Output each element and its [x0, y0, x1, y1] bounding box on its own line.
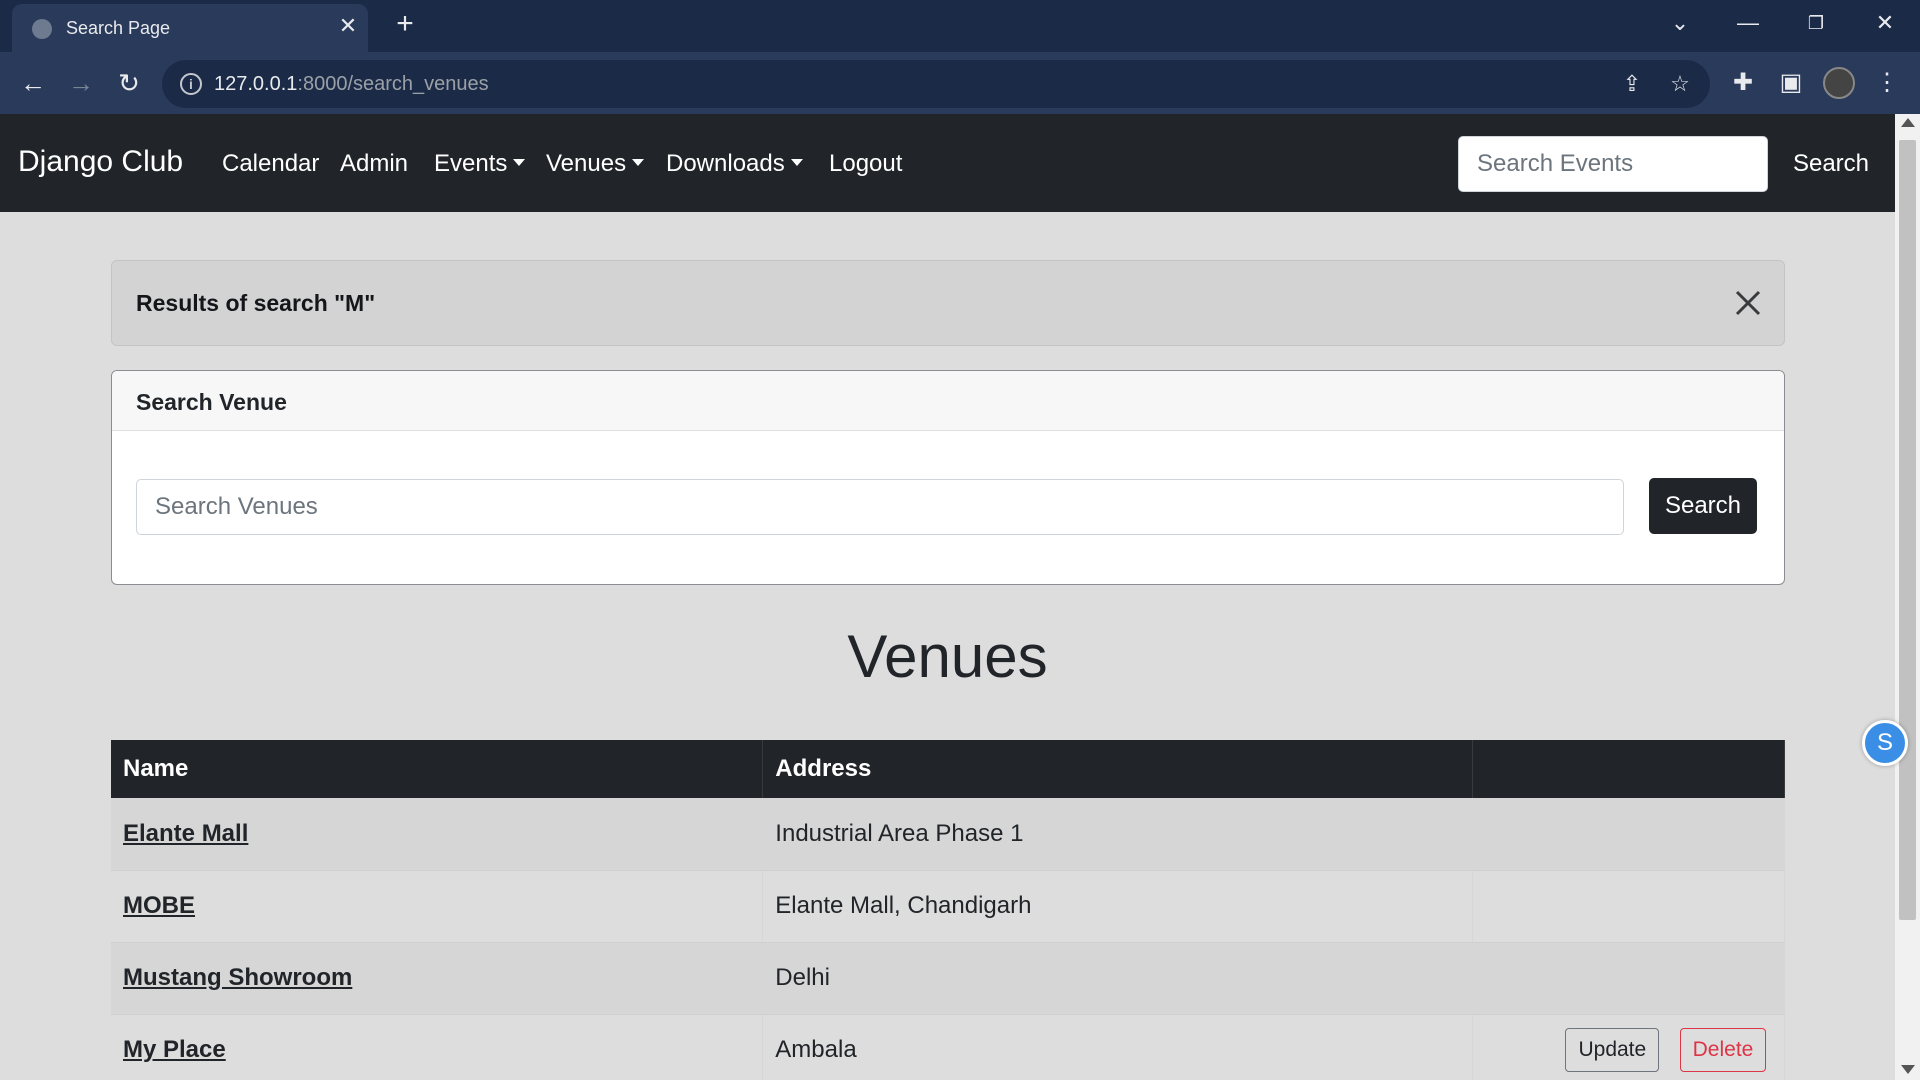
profile-avatar[interactable] — [1823, 67, 1855, 99]
brand-link[interactable]: Django Club — [18, 145, 183, 179]
site-navbar: Django Club Calendar Admin Events Venues… — [0, 114, 1895, 212]
info-icon[interactable]: i — [180, 73, 202, 95]
url-text: 127.0.0.1:8000/search_venues — [214, 73, 489, 95]
venue-name-cell: My Place — [111, 1014, 764, 1080]
page-heading: Venues — [847, 623, 1048, 690]
venue-actions-cell: Update Delete — [1472, 1014, 1785, 1080]
nav-calendar[interactable]: Calendar — [222, 150, 319, 178]
venue-name-cell: MOBE — [111, 870, 764, 943]
share-icon[interactable]: ⇪ — [1618, 70, 1646, 98]
venue-name-cell: Mustang Showroom — [111, 942, 764, 1015]
table-row: My Place Ambala Update Delete — [111, 1014, 1785, 1080]
card-header: Search Venue — [112, 371, 1784, 431]
header-actions — [1472, 740, 1785, 798]
table-row: MOBE Elante Mall, Chandigarh — [111, 870, 1785, 943]
globe-icon — [32, 19, 52, 39]
close-icon[interactable] — [1730, 285, 1766, 321]
card-title: Search Venue — [136, 389, 287, 415]
search-venues-button[interactable]: Search — [1649, 478, 1757, 534]
scroll-up-arrow-icon[interactable] — [1901, 118, 1915, 127]
header-name: Name — [111, 740, 764, 798]
browser-toolbar: ← → ↻ i 127.0.0.1:8000/search_venues ⇪ ☆… — [0, 52, 1920, 114]
venue-actions-cell — [1472, 942, 1785, 1015]
venue-link[interactable]: Mustang Showroom — [123, 964, 352, 991]
search-events-button[interactable]: Search — [1776, 136, 1886, 192]
restore-icon[interactable]: ❐ — [1796, 8, 1836, 38]
delete-button[interactable]: Delete — [1680, 1028, 1766, 1072]
reload-icon[interactable]: ↻ — [114, 68, 144, 98]
table-header-row: Name Address — [111, 740, 1785, 798]
venue-actions-cell — [1472, 798, 1785, 871]
venue-address-cell: Industrial Area Phase 1 — [762, 798, 1474, 871]
floating-extension-icon[interactable]: S — [1862, 720, 1908, 766]
search-venues-input[interactable] — [136, 479, 1624, 535]
page-scrollbar[interactable] — [1895, 114, 1920, 1080]
more-icon[interactable]: ⋮ — [1872, 68, 1902, 98]
alert-message: Results of search "M" — [136, 290, 376, 316]
browser-tab-bar: Search Page ✕ + ⌄ — ❐ ✕ — [0, 0, 1920, 52]
extensions-icon[interactable]: ✚ — [1728, 68, 1758, 98]
close-window-icon[interactable]: ✕ — [1865, 8, 1905, 38]
nav-logout[interactable]: Logout — [829, 150, 902, 178]
search-venue-card: Search Venue Search — [111, 370, 1785, 585]
minimize-icon[interactable]: — — [1728, 8, 1768, 38]
venue-link[interactable]: MOBE — [123, 892, 195, 919]
star-icon[interactable]: ☆ — [1666, 70, 1694, 98]
nav-venues-dropdown[interactable]: Venues — [546, 150, 645, 178]
nav-downloads-dropdown[interactable]: Downloads — [666, 150, 803, 178]
chevron-down-icon[interactable]: ⌄ — [1660, 8, 1700, 38]
table-row: Mustang Showroom Delhi — [111, 942, 1785, 1015]
address-bar[interactable]: i 127.0.0.1:8000/search_venues ⇪ ☆ — [162, 60, 1710, 108]
venue-actions-cell — [1472, 870, 1785, 943]
forward-icon[interactable]: → — [66, 68, 96, 98]
caret-down-icon — [632, 159, 645, 167]
venues-table: Name Address Elante Mall Industrial Area… — [111, 740, 1785, 1080]
venue-link[interactable]: Elante Mall — [123, 820, 248, 847]
search-events-input[interactable] — [1458, 136, 1768, 192]
venue-name-cell: Elante Mall — [111, 798, 764, 871]
venue-address-cell: Elante Mall, Chandigarh — [762, 870, 1474, 943]
table-row: Elante Mall Industrial Area Phase 1 — [111, 798, 1785, 871]
new-tab-plus-icon[interactable]: + — [390, 9, 420, 40]
venue-address-cell: Delhi — [762, 942, 1474, 1015]
tab-title: Search Page — [66, 18, 171, 38]
scroll-down-arrow-icon[interactable] — [1901, 1065, 1915, 1074]
nav-admin[interactable]: Admin — [340, 150, 408, 178]
sidepanel-icon[interactable]: ▣ — [1776, 68, 1806, 98]
venue-link[interactable]: My Place — [123, 1036, 226, 1063]
caret-down-icon — [513, 159, 526, 167]
back-icon[interactable]: ← — [18, 68, 48, 98]
header-address: Address — [762, 740, 1474, 798]
search-results-alert: Results of search "M" — [111, 260, 1785, 346]
web-page: Django Club Calendar Admin Events Venues… — [0, 114, 1895, 1080]
scroll-thumb[interactable] — [1899, 140, 1916, 920]
close-tab-icon[interactable]: ✕ — [336, 14, 360, 38]
browser-tab[interactable]: Search Page ✕ — [12, 4, 368, 52]
update-button[interactable]: Update — [1565, 1028, 1660, 1072]
nav-events-dropdown[interactable]: Events — [434, 150, 526, 178]
caret-down-icon — [790, 159, 803, 167]
venue-address-cell: Ambala — [762, 1014, 1474, 1080]
